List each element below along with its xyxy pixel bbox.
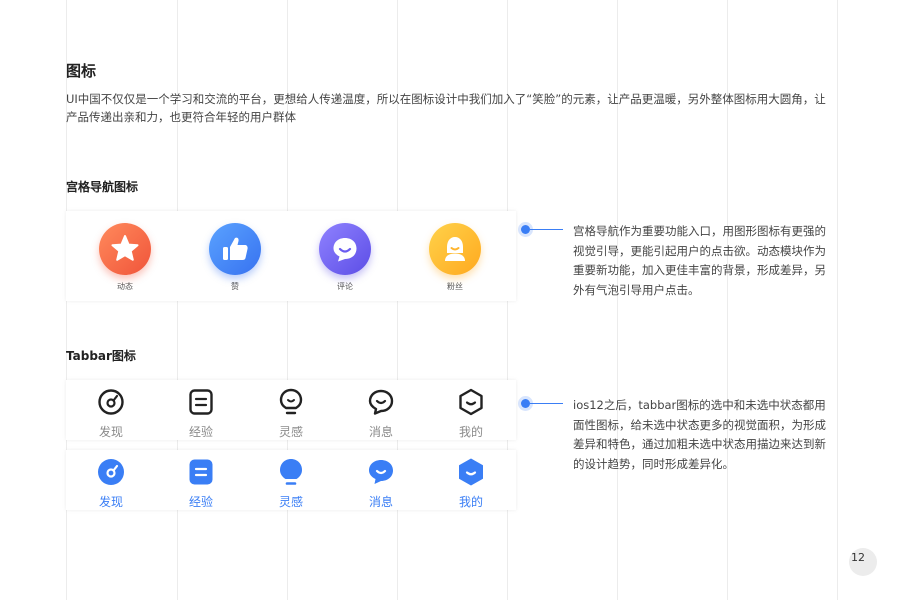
tab-discover-selected[interactable]: 发现 — [81, 457, 141, 510]
grid-nav-label: 粉丝 — [447, 282, 463, 291]
tab-mine-selected[interactable]: 我的 — [441, 457, 501, 510]
document-icon — [189, 459, 213, 485]
annotation-connector-line — [530, 229, 563, 230]
profile-hexagon-icon — [459, 458, 483, 486]
tab-label: 消息 — [368, 425, 393, 439]
tab-mine-unselected[interactable]: 我的 — [441, 387, 501, 440]
annotation-dot — [521, 399, 530, 408]
grid-guide-line — [837, 0, 838, 600]
annotation-dot — [521, 225, 530, 234]
tab-experience-unselected[interactable]: 经验 — [171, 387, 231, 440]
discover-icon — [98, 389, 124, 415]
grid-nav-circle — [319, 223, 371, 275]
tabbar-description: ios12之后，tabbar图标的选中和未选中状态都用面性图标，给未选中状态更多… — [573, 398, 826, 471]
page-title: 图标 — [66, 62, 97, 80]
document-icon — [189, 389, 213, 415]
profile-hexagon-icon — [459, 388, 483, 416]
tabbar-selected-card: 发现 经验 灵感 消息 我的 — [66, 450, 516, 510]
intro-paragraph: UI中国不仅仅是一个学习和交流的平台，更想给人传递温度，所以在图标设计中我们加入… — [66, 92, 826, 124]
grid-nav-label: 动态 — [117, 282, 133, 291]
tab-inspiration-unselected[interactable]: 灵感 — [261, 387, 321, 440]
fan-avatar-icon — [445, 237, 465, 261]
tabbar-section-title: Tabbar图标 — [66, 349, 136, 363]
annotation-connector-line — [530, 403, 563, 404]
tab-label: 经验 — [188, 425, 213, 439]
grid-nav-circle — [209, 223, 261, 275]
tab-message-selected[interactable]: 消息 — [351, 457, 411, 510]
tab-experience-selected[interactable]: 经验 — [171, 457, 231, 510]
tab-label: 灵感 — [278, 425, 303, 439]
tab-label: 我的 — [458, 425, 483, 439]
grid-nav-item-fans[interactable]: 粉丝 — [415, 223, 495, 292]
grid-nav-label: 赞 — [231, 282, 239, 291]
star-icon — [111, 235, 139, 261]
page-number: 12 — [851, 551, 865, 564]
grid-nav-section-title: 宫格导航图标 — [66, 180, 139, 194]
grid-nav-card: 动态 赞 评论 粉丝 — [66, 211, 516, 301]
discover-icon — [98, 459, 124, 485]
tab-message-unselected[interactable]: 消息 — [351, 387, 411, 440]
thumbs-up-icon — [223, 237, 248, 260]
tab-label: 我的 — [458, 495, 483, 509]
chat-bubble-icon — [333, 238, 357, 262]
message-icon — [369, 460, 393, 484]
lightbulb-icon — [279, 388, 303, 415]
grid-nav-item-comment[interactable]: 评论 — [305, 223, 385, 292]
grid-nav-item-dynamic[interactable]: 动态 — [85, 223, 165, 292]
tab-label: 发现 — [98, 495, 123, 509]
grid-nav-circle — [429, 223, 481, 275]
grid-nav-label: 评论 — [337, 282, 353, 291]
tabbar-unselected-card: 发现 经验 灵感 消息 我的 — [66, 380, 516, 440]
message-icon — [368, 389, 394, 415]
grid-nav-circle — [99, 223, 151, 275]
grid-nav-description: 宫格导航作为重要功能入口，用图形图标有更强的视觉引导，更能引起用户的点击欲。动态… — [573, 224, 826, 297]
tab-label: 消息 — [368, 495, 393, 509]
tab-label: 经验 — [188, 495, 213, 509]
lightbulb-icon — [280, 459, 302, 485]
tab-label: 发现 — [98, 425, 123, 439]
tab-inspiration-selected[interactable]: 灵感 — [261, 457, 321, 510]
tab-label: 灵感 — [278, 495, 303, 509]
tab-discover-unselected[interactable]: 发现 — [81, 387, 141, 440]
grid-nav-item-like[interactable]: 赞 — [195, 223, 275, 292]
